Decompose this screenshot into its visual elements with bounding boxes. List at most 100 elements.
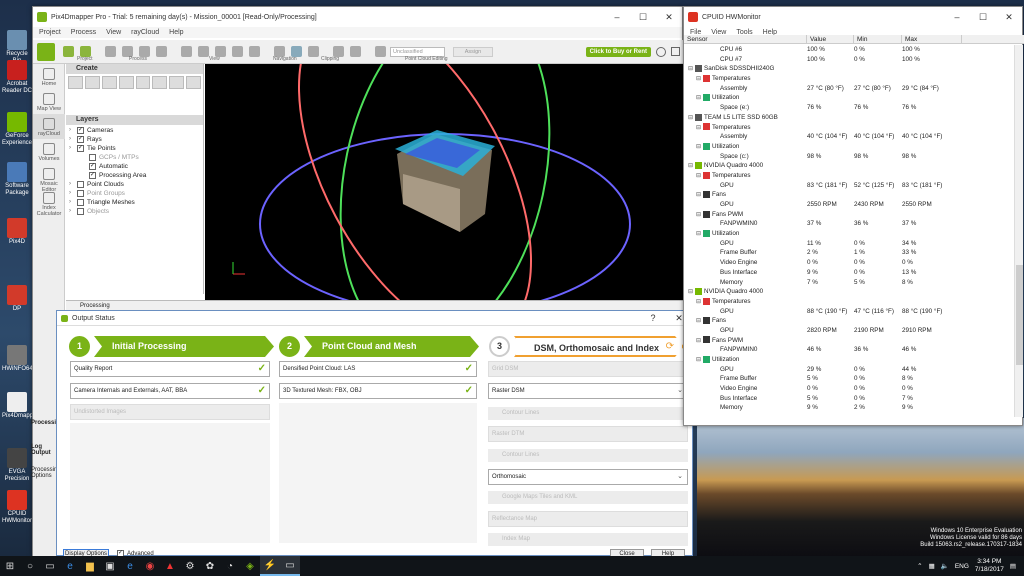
expand-icon[interactable]: › (69, 144, 77, 153)
minimize-button[interactable]: – (944, 12, 970, 23)
notifications-icon[interactable]: ▤ (1010, 562, 1016, 570)
tree-toggle-icon[interactable]: ⊟ (696, 231, 701, 237)
tree-toggle-icon[interactable]: ⊟ (696, 212, 701, 218)
layers-header[interactable]: Layers (66, 115, 203, 125)
maximize-button[interactable]: ☐ (970, 12, 996, 23)
file-explorer-icon[interactable]: ▆ (80, 556, 100, 576)
sidebar-item[interactable]: rayCloud (33, 114, 65, 139)
layer-item[interactable]: ✓ Automatic (69, 162, 200, 171)
layer-checkbox[interactable]: ✓ (77, 127, 84, 134)
sensor-row[interactable]: Frame Buffer 5 % 0 % 8 % (684, 374, 1014, 384)
sensor-row[interactable]: ⊟ Fans (684, 316, 1014, 326)
sidebar-item[interactable]: Volumes (33, 139, 65, 164)
network-icon[interactable]: ▦ (929, 562, 935, 570)
tree-toggle-icon[interactable]: ⊟ (688, 163, 693, 169)
camera-internals[interactable]: Camera Internals and Externals, AAT, BBA… (70, 383, 270, 399)
sensor-row[interactable]: GPU 2820 RPM 2190 RPM 2910 RPM (684, 326, 1014, 336)
layer-checkbox[interactable]: ✓ (77, 145, 84, 152)
raster-dsm[interactable]: Raster DSM ⌄ (488, 383, 688, 399)
expand-icon[interactable]: › (69, 189, 77, 198)
desktop-icon[interactable]: CPUID HWMonitor (2, 490, 32, 525)
tree-toggle-icon[interactable]: ⊟ (696, 173, 701, 179)
sensor-row[interactable]: Video Engine 0 % 0 % 0 % (684, 258, 1014, 268)
side-processing-label[interactable]: Processing (31, 420, 63, 426)
volume-icon[interactable]: 🔈 (941, 562, 949, 570)
menu-item[interactable]: Project (39, 29, 61, 36)
layer-item[interactable]: › ✓ Rays (69, 135, 200, 144)
layer-item[interactable]: › Point Groups (69, 189, 200, 198)
expand-icon[interactable]: › (69, 135, 77, 144)
desktop-icon[interactable]: GeForce Experience (2, 112, 32, 147)
sensor-row[interactable]: Memory 9 % 2 % 9 % (684, 403, 1014, 413)
process-stop-icon[interactable] (156, 46, 167, 57)
layer-item[interactable]: GCPs / MTPs (69, 153, 200, 162)
layer-checkbox[interactable]: ✓ (89, 163, 96, 170)
sensor-row[interactable]: ⊟ NVIDIA Quadro 4000 (684, 287, 1014, 297)
ie-icon[interactable]: e (120, 556, 140, 576)
classification-select[interactable]: Unclassified (390, 46, 445, 57)
desktop-icon[interactable]: Pix4D (2, 218, 32, 246)
menu-item[interactable]: rayCloud (131, 29, 159, 36)
sensor-row[interactable]: Assembly 40 °C (104 °F) 40 °C (104 °F) 40 °… (684, 132, 1014, 142)
sensor-row[interactable]: Bus Interface 5 % 0 % 7 % (684, 394, 1014, 404)
tree-toggle-icon[interactable]: ⊟ (688, 66, 693, 72)
create-header[interactable]: Create (66, 64, 203, 74)
sensor-row[interactable]: Frame Buffer 2 % 1 % 33 % (684, 248, 1014, 258)
tool-icon[interactable] (152, 76, 168, 89)
dialog-help-button[interactable]: ? (640, 313, 666, 324)
language-indicator[interactable]: ENG (955, 563, 969, 570)
layer-checkbox[interactable] (89, 154, 96, 161)
sensor-row[interactable]: ⊟ NVIDIA Quadro 4000 (684, 161, 1014, 171)
tree-toggle-icon[interactable]: ⊟ (696, 299, 701, 305)
menu-item[interactable]: Help (169, 29, 183, 36)
hwmonitor-taskbar-icon[interactable]: ⚡ (260, 556, 280, 576)
layer-checkbox[interactable] (77, 199, 84, 206)
edge-icon[interactable]: e (60, 556, 80, 576)
sensor-row[interactable]: GPU 11 % 0 % 34 % (684, 239, 1014, 249)
task-view-icon[interactable]: ▭ (40, 556, 60, 576)
assign-button[interactable]: Assign (453, 46, 493, 57)
sensor-row[interactable]: ⊟ Fans (684, 190, 1014, 200)
rotate-icon[interactable] (308, 46, 319, 57)
expand-icon[interactable]: › (69, 180, 77, 189)
view-front-icon[interactable] (249, 46, 260, 57)
app-icon[interactable]: ✿ (200, 556, 220, 576)
sensor-row[interactable]: ⊟ Temperatures (684, 171, 1014, 181)
sensor-row[interactable]: GPU 88 °C (190 °F) 47 °C (116 °F) 88 °C (19… (684, 307, 1014, 317)
sensor-row[interactable]: ⊟ SanDisk SDSSDHII240G (684, 64, 1014, 74)
orthomosaic[interactable]: Orthomosaic ⌄ (488, 469, 688, 485)
expand-icon[interactable]: › (69, 126, 77, 135)
sensor-row[interactable]: Bus Interface 9 % 0 % 13 % (684, 268, 1014, 278)
desktop-icon[interactable]: DP (2, 285, 32, 313)
tool-icon[interactable] (118, 76, 134, 89)
tree-toggle-icon[interactable]: ⊟ (696, 125, 701, 131)
tool-icon[interactable] (84, 76, 100, 89)
sensor-row[interactable]: FANPWMIN0 46 % 36 % 46 % (684, 345, 1014, 355)
quality-report[interactable]: Quality Report ✓ (70, 361, 270, 377)
sensor-row[interactable]: ⊟ TEAM L5 LITE SSD 60GB (684, 113, 1014, 123)
pix4d-taskbar-icon[interactable]: ◈ (240, 556, 260, 576)
3d-view[interactable] (205, 64, 683, 300)
sensor-row[interactable]: ⊟ Temperatures (684, 74, 1014, 84)
expand-icon[interactable]: › (69, 198, 77, 207)
sensor-row[interactable]: ⊟ Temperatures (684, 297, 1014, 307)
sensor-row[interactable]: Video Engine 0 % 0 % 0 % (684, 384, 1014, 394)
view-top-icon[interactable] (232, 46, 243, 57)
sensor-row[interactable]: ⊟ Fans PWM (684, 210, 1014, 220)
maximize-button[interactable]: ☐ (630, 12, 656, 23)
tree-toggle-icon[interactable]: ⊟ (696, 318, 701, 324)
tool-icon[interactable] (186, 76, 201, 89)
tool-icon[interactable] (68, 76, 83, 89)
layer-item[interactable]: › ✓ Cameras (69, 126, 200, 135)
side-processing-options-label[interactable]: Processing Options (31, 467, 61, 479)
sensor-row[interactable]: GPU 83 °C (181 °F) 52 °C (125 °F) 83 °C (18… (684, 181, 1014, 191)
side-log-output-label[interactable]: Log Output (31, 444, 57, 456)
store-icon[interactable]: ▣ (100, 556, 120, 576)
layer-checkbox[interactable] (77, 190, 84, 197)
sensor-row[interactable]: CPU #7 100 % 0 % 100 % (684, 55, 1014, 65)
chrome-icon[interactable]: ◉ (140, 556, 160, 576)
tree-toggle-icon[interactable]: ⊟ (696, 357, 701, 363)
sensor-row[interactable]: ⊟ Utilization (684, 142, 1014, 152)
clip-box-icon[interactable] (350, 46, 361, 57)
tool-icon[interactable] (169, 76, 185, 89)
